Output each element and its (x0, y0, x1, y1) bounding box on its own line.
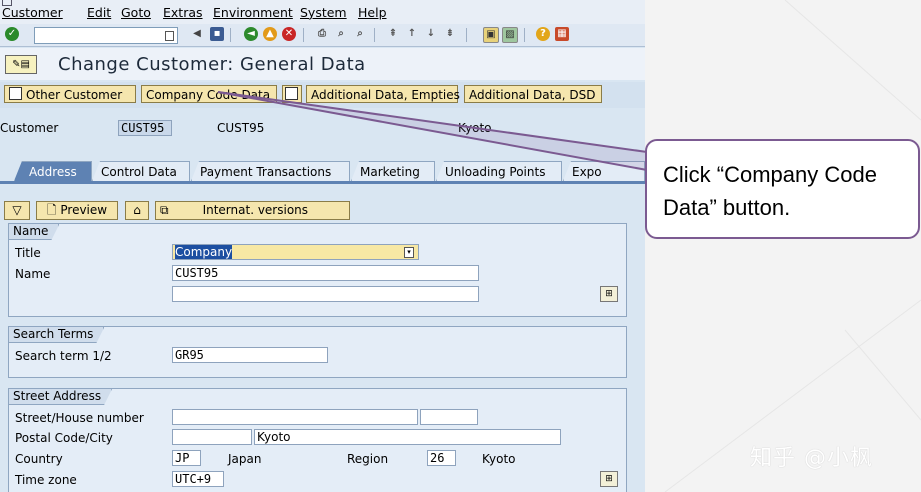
find-icon[interactable]: ⌕ (334, 27, 348, 41)
title-label: Title (15, 246, 41, 260)
title-select[interactable]: Company ▾ (172, 244, 419, 260)
title-bar: ✎▤ Change Customer: General Data (0, 48, 645, 80)
background-panel (645, 0, 921, 492)
dropdown-icon[interactable] (165, 31, 174, 41)
menu-customer[interactable]: Customer (2, 5, 63, 20)
application-toolbar: Other Customer Company Code Data Additio… (0, 82, 645, 108)
customer-label: Customer (0, 121, 59, 135)
street-field[interactable] (172, 409, 418, 425)
previous-page-icon[interactable]: ↑ (405, 27, 419, 41)
time-zone-label: Time zone (15, 473, 77, 487)
next-page-icon[interactable]: ↓ (424, 27, 438, 41)
more-fields-icon[interactable]: ⊞ (600, 286, 618, 302)
menu-system[interactable]: System (300, 5, 347, 20)
preview-button[interactable]: 🗋 Preview (36, 201, 118, 220)
menu-edit[interactable]: Edit (87, 5, 111, 20)
tab-marketing[interactable]: Marketing (351, 161, 435, 181)
other-customer-button[interactable]: Other Customer (4, 85, 136, 103)
menu-environment[interactable]: Environment (213, 5, 293, 20)
search-term-label: Search term 1/2 (15, 349, 112, 363)
additional-data-dsd-button[interactable]: Additional Data, DSD (464, 85, 602, 103)
print-icon[interactable]: ⎙ (315, 27, 329, 41)
versions-icon: ⧉ (160, 203, 169, 217)
new-session-icon[interactable]: ▣ (483, 27, 499, 43)
find-next-icon[interactable]: ⌕ (353, 27, 367, 41)
tab-address[interactable]: Address (14, 161, 92, 181)
cancel-icon[interactable]: ✕ (282, 27, 296, 41)
name-field-1[interactable]: CUST95 (172, 265, 479, 281)
postal-label: Postal Code/City (15, 431, 113, 445)
country-field[interactable]: JP (172, 450, 201, 466)
exit-icon[interactable]: ▲ (263, 27, 277, 41)
page-title: Change Customer: General Data (58, 54, 366, 75)
dropdown-icon[interactable]: ▾ (404, 247, 414, 258)
name-group-title: Name (9, 224, 59, 240)
filter-button[interactable]: ▽ (4, 201, 30, 220)
more-fields-icon[interactable]: ⊞ (600, 471, 618, 487)
tab-unloading-points[interactable]: Unloading Points (436, 161, 562, 181)
name-field-2[interactable] (172, 286, 479, 302)
company-code-data-button[interactable]: Company Code Data (141, 85, 277, 103)
customer-id-field: CUST95 (118, 120, 172, 136)
back-arrow-icon[interactable]: ◀ (190, 27, 204, 41)
name-label: Name (15, 267, 51, 281)
shortcut-icon[interactable]: ▨ (502, 27, 518, 43)
sap-window: Customer Edit Goto Extras Environment Sy… (0, 0, 645, 492)
menu-bar: Customer Edit Goto Extras Environment Sy… (0, 0, 645, 25)
region-name: Kyoto (482, 452, 516, 466)
country-name: Japan (228, 452, 262, 466)
street-address-group: Street Address Street/House number Posta… (8, 388, 627, 492)
name-group: Name Title Company ▾ Name CUST95 ⊞ (8, 223, 627, 317)
search-terms-title: Search Terms (9, 327, 104, 343)
region-label: Region (347, 452, 389, 466)
country-label: Country (15, 452, 63, 466)
enter-icon[interactable]: ✓ (5, 27, 19, 41)
house-number-field[interactable] (420, 409, 478, 425)
callout-line-1: Click “Company Code (663, 162, 877, 187)
city-field[interactable]: Kyoto (254, 429, 561, 445)
display-change-icon[interactable]: ✎▤ (5, 55, 37, 74)
save-icon[interactable]: ▪ (210, 27, 224, 41)
instruction-callout: Click “Company Code Data” button. (645, 139, 920, 239)
communication-button[interactable]: ⌂ (125, 201, 149, 220)
street-label: Street/House number (15, 411, 144, 425)
documents-button[interactable] (282, 85, 302, 103)
time-zone-field[interactable]: UTC+9 (172, 471, 224, 487)
search-terms-group: Search Terms Search term 1/2 GR95 (8, 326, 627, 378)
menu-help[interactable]: Help (358, 5, 387, 20)
tab-payment-transactions[interactable]: Payment Transactions (191, 161, 350, 181)
customer-name: CUST95 (217, 121, 265, 135)
callout-line-2: Data” button. (663, 195, 791, 220)
additional-data-empties-button[interactable]: Additional Data, Empties (306, 85, 460, 103)
menu-goto[interactable]: Goto (121, 5, 151, 20)
customer-header: Customer CUST95 CUST95 Kyoto (0, 118, 645, 138)
last-page-icon[interactable]: ⇟ (443, 27, 457, 41)
tab-export[interactable]: Expo (563, 161, 645, 181)
other-object-icon (9, 87, 22, 100)
watermark: 知乎 @小枫 (750, 446, 873, 471)
document-icon (285, 87, 298, 100)
region-field[interactable]: 26 (427, 450, 456, 466)
menu-extras[interactable]: Extras (163, 5, 203, 20)
first-page-icon[interactable]: ⇞ (386, 27, 400, 41)
street-address-title: Street Address (9, 389, 112, 405)
tab-control-data[interactable]: Control Data (92, 161, 190, 181)
layout-menu-icon[interactable]: ▦ (555, 27, 569, 41)
search-term-field[interactable]: GR95 (172, 347, 328, 363)
back-icon[interactable]: ◄ (244, 27, 258, 41)
customer-city: Kyoto (458, 121, 492, 135)
international-versions-button[interactable]: ⧉ Internat. versions (155, 201, 350, 220)
standard-toolbar: ✓ ◀ ▪ ◄ ▲ ✕ ⎙ ⌕ ⌕ ⇞ ↑ ↓ ⇟ ▣ ▨ ? ▦ (0, 24, 645, 47)
preview-icon: 🗋 (46, 203, 61, 217)
help-icon[interactable]: ? (536, 27, 550, 41)
postal-code-field[interactable] (172, 429, 252, 445)
command-field[interactable] (34, 27, 178, 44)
